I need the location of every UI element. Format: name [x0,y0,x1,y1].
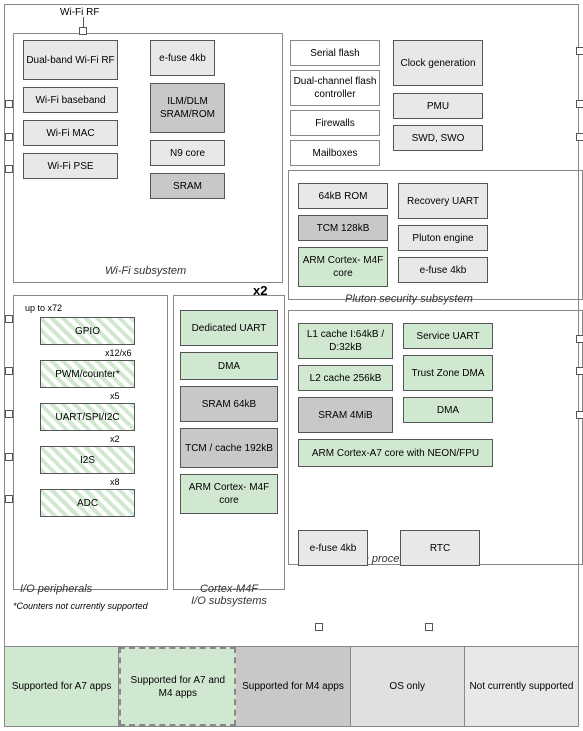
trustzone-dma-block: Trust Zone DMA [403,355,493,391]
pluton-label: Pluton security subsystem [345,293,473,305]
connector-right-1 [576,47,583,55]
io-peripherals-label: I/O peripherals [20,583,92,595]
dma-app-block: DMA [403,397,493,423]
sram-4mib-block: SRAM 4MiB [298,397,393,433]
connector-right-2 [576,100,583,108]
legend-area: Supported for A7 apps Supported for A7 a… [4,647,579,727]
service-uart-block: Service UART [403,323,493,349]
legend-os: OS only [351,647,465,726]
connector-right-3 [576,133,583,141]
l1-cache-block: L1 cache I:64kB / D:32kB [298,323,393,359]
legend-a7m4: Supported for A7 and M4 apps [119,647,236,726]
connector-left-7 [5,453,13,461]
sram-wifi-block: SRAM [150,173,225,199]
pmu-block: PMU [393,93,483,119]
adc-block: ADC [40,489,135,517]
pwm-counter-block: PWM/counter* [40,360,135,388]
x5-label: x5 [110,391,120,401]
swd-swo-block: SWD, SWO [393,125,483,151]
tcm-cache-block: TCM / cache 192kB [180,428,278,468]
connector-left-2 [5,133,13,141]
dual-band-block: Dual-band Wi-Fi RF [23,40,118,80]
diagram-area: Wi-Fi RF Wi-Fi subsystem Dual-band Wi-Fi… [4,4,579,647]
n9-core-block: N9 core [150,140,225,166]
cortex-m4f-label: Cortex-M4FI/O subsystems [173,583,285,607]
legend-m4: Supported for M4 apps [236,647,350,726]
connector-left-3 [5,165,13,173]
mailboxes-block: Mailboxes [290,140,380,166]
connector-left-1 [5,100,13,108]
legend-a7: Supported for A7 apps [5,647,119,726]
wifi-pse-block: Wi-Fi PSE [23,153,118,179]
pluton-engine-block: Pluton engine [398,225,488,251]
recovery-uart-block: Recovery UART [398,183,488,219]
l2-cache-block: L2 cache 256kB [298,365,393,391]
x12-x6-label: x12/x6 [105,348,132,358]
wifi-mac-block: Wi-Fi MAC [23,120,118,146]
ilm-dlm-block: ILM/DLM SRAM/ROM [150,83,225,133]
firewalls-block: Firewalls [290,110,380,136]
note-text: *Counters not currently supported [13,601,148,611]
rtc-block: RTC [400,530,480,566]
x2-main-label: x2 [253,283,267,298]
connector-left-4 [5,315,13,323]
clock-gen-block: Clock generation [393,40,483,86]
rom-64kb-block: 64kB ROM [298,183,388,209]
connector-left-8 [5,495,13,503]
up-to-x72-label: up to x72 [25,303,62,313]
legend-not: Not currently supported [465,647,578,726]
dedicated-uart-block: Dedicated UART [180,310,278,346]
wifi-rf-label: Wi-Fi RF [60,7,99,18]
sram-64kb-block: SRAM 64kB [180,386,278,422]
connector-bottom-2 [425,623,433,631]
serial-flash-block: Serial flash [290,40,380,66]
connector-left-6 [5,410,13,418]
connector-bottom-1 [315,623,323,631]
wifi-subsystem-label: Wi-Fi subsystem [105,265,186,277]
wifi-baseband-block: Wi-Fi baseband [23,87,118,113]
x8-label: x8 [110,477,120,487]
arm-m4-core-block: ARM Cortex- M4F core [298,247,388,287]
i2s-block: I2S [40,446,135,474]
gpio-block: GPIO [40,317,135,345]
arm-cortex-m4f-block: ARM Cortex- M4F core [180,474,278,514]
connector-top-wifi [79,27,87,35]
connector-left-5 [5,367,13,375]
efuse-bottom-block: e-fuse 4kb [298,530,368,566]
connector-right-5 [576,367,583,375]
dma-io-block: DMA [180,352,278,380]
connector-right-6 [576,411,583,419]
uart-spi-i2c-block: UART/SPI/I2C [40,403,135,431]
x2-label2: x2 [110,434,120,444]
efuse-top-block: e-fuse 4kb [150,40,215,76]
dual-channel-block: Dual-channel flash controller [290,70,380,106]
main-container: Wi-Fi RF Wi-Fi subsystem Dual-band Wi-Fi… [0,0,583,731]
connector-right-4 [576,335,583,343]
efuse-pluton-block: e-fuse 4kb [398,257,488,283]
arm-a7-core-block: ARM Cortex-A7 core with NEON/FPU [298,439,493,467]
tcm-128kb-block: TCM 128kB [298,215,388,241]
